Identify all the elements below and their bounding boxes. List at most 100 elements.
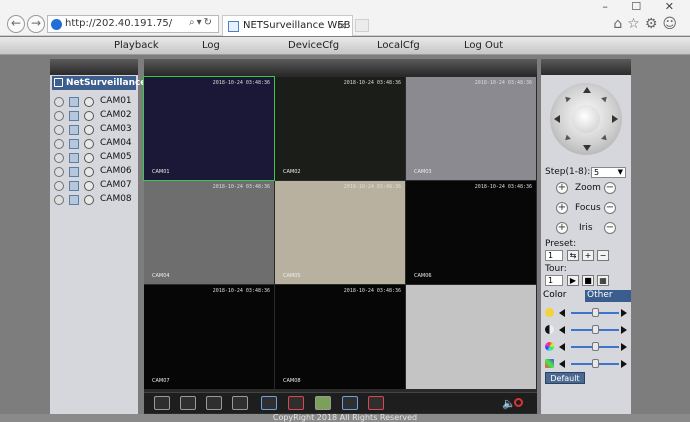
record-icon[interactable] [54, 97, 64, 107]
camera-item[interactable]: CAM02 [54, 109, 138, 123]
stream-icon[interactable] [69, 181, 79, 191]
menu-playback[interactable]: Playback [114, 40, 159, 51]
video-cell[interactable]: 2018-10-24 03:48:36 CAM05 [275, 181, 405, 284]
record-icon[interactable] [54, 125, 64, 135]
slider-right-icon[interactable] [621, 326, 627, 334]
camera-item[interactable]: CAM04 [54, 137, 138, 151]
video-cell[interactable]: 2018-10-24 03:48:36 CAM01 [143, 76, 275, 181]
slider-knob[interactable] [592, 359, 599, 368]
stream-icon[interactable] [69, 167, 79, 177]
ptz-down-left-icon[interactable] [563, 134, 571, 143]
step-select[interactable]: 5 ▼ [591, 167, 626, 178]
play-icon[interactable] [84, 181, 94, 191]
zoom-in-button[interactable]: + [556, 182, 568, 194]
slider-left-icon[interactable] [559, 309, 565, 317]
preset-add-button[interactable]: + [582, 250, 594, 261]
focus-far-button[interactable]: − [604, 202, 616, 214]
record-icon[interactable] [54, 153, 64, 163]
slider-left-icon[interactable] [559, 343, 565, 351]
play-icon[interactable] [84, 97, 94, 107]
tab-other[interactable]: Other [585, 290, 631, 302]
ptz-down-icon[interactable] [583, 145, 591, 151]
slider-left-icon[interactable] [559, 360, 565, 368]
video-cell[interactable]: 2018-10-24 03:48:36 CAM03 [406, 77, 536, 180]
back-button[interactable]: ← [7, 15, 25, 33]
slider-right-icon[interactable] [621, 343, 627, 351]
layout-9-button[interactable] [232, 396, 248, 410]
preset-remove-button[interactable]: − [597, 250, 609, 261]
play-icon[interactable] [84, 153, 94, 163]
ptz-center-button[interactable] [572, 105, 600, 133]
video-cell[interactable]: 2018-10-24 03:48:36 CAM08 [275, 285, 405, 389]
stream-icon[interactable] [69, 195, 79, 205]
ptz-direction-pad[interactable] [550, 83, 622, 155]
menu-devicecfg[interactable]: DeviceCfg [288, 40, 339, 51]
preset-goto-button[interactable]: ⇆ [567, 250, 579, 261]
record-icon[interactable] [54, 195, 64, 205]
close-all-button[interactable] [288, 396, 304, 410]
record-icon[interactable] [54, 167, 64, 177]
snapshot-button[interactable] [315, 396, 331, 410]
stream-icon[interactable] [69, 111, 79, 121]
slider-knob[interactable] [592, 325, 599, 334]
device-tree-root[interactable]: NetSurveillance [52, 76, 146, 90]
browser-tab[interactable]: NETSurveillance WEB × [222, 15, 353, 36]
hue-slider[interactable] [545, 358, 629, 370]
play-icon[interactable] [84, 139, 94, 149]
fullscreen-button[interactable] [154, 396, 170, 410]
zoom-out-button[interactable]: − [604, 182, 616, 194]
stream-icon[interactable] [69, 125, 79, 135]
preset-input[interactable]: 1 [545, 250, 563, 261]
mute-icon[interactable] [514, 398, 523, 407]
ptz-right-icon[interactable] [612, 115, 618, 123]
brightness-slider[interactable] [545, 307, 629, 319]
new-tab-button[interactable] [355, 19, 369, 32]
focus-near-button[interactable]: + [556, 202, 568, 214]
camera-item[interactable]: CAM06 [54, 165, 138, 179]
menu-localcfg[interactable]: LocalCfg [377, 40, 420, 51]
tab-close-icon[interactable]: × [338, 19, 347, 32]
stop-record-button[interactable] [368, 396, 384, 410]
camera-item[interactable]: CAM07 [54, 179, 138, 193]
camera-item[interactable]: CAM01 [54, 95, 138, 109]
video-cell[interactable]: 2018-10-24 03:48:36 CAM04 [144, 181, 274, 284]
slider-right-icon[interactable] [621, 360, 627, 368]
video-cell[interactable]: 2018-10-24 03:48:36 CAM02 [275, 77, 405, 180]
stream-icon[interactable] [69, 97, 79, 107]
forward-button[interactable]: → [27, 15, 45, 33]
default-button[interactable]: Default [545, 372, 585, 384]
window-controls[interactable]: – ☐ ✕ [602, 0, 684, 13]
play-icon[interactable] [84, 111, 94, 121]
tour-play-button[interactable]: ▶ [567, 275, 579, 286]
menu-logout[interactable]: Log Out [464, 40, 503, 51]
ptz-left-icon[interactable] [554, 115, 560, 123]
contrast-slider[interactable] [545, 324, 629, 336]
browser-tools-icons[interactable]: ⌂☆⚙☺ [613, 16, 682, 32]
video-cell[interactable]: 2018-10-24 03:48:36 CAM07 [144, 285, 274, 389]
layout-1-button[interactable] [180, 396, 196, 410]
menu-log[interactable]: Log [202, 40, 220, 51]
record-icon[interactable] [54, 139, 64, 149]
camera-item[interactable]: CAM08 [54, 193, 138, 207]
tab-color[interactable]: Color [541, 290, 585, 302]
record-button[interactable] [342, 396, 358, 410]
tour-input[interactable]: 1 [545, 275, 563, 286]
play-icon[interactable] [84, 195, 94, 205]
stream-icon[interactable] [69, 139, 79, 149]
video-cell[interactable] [406, 285, 536, 389]
slider-knob[interactable] [592, 308, 599, 317]
saturation-slider[interactable] [545, 341, 629, 353]
address-tools-icon[interactable]: ⌕▾↻ [189, 17, 214, 28]
play-icon[interactable] [84, 125, 94, 135]
stream-icon[interactable] [69, 153, 79, 163]
record-icon[interactable] [54, 181, 64, 191]
tour-grid-button[interactable]: ▦ [597, 275, 609, 286]
play-icon[interactable] [84, 167, 94, 177]
ptz-up-icon[interactable] [583, 87, 591, 93]
record-icon[interactable] [54, 111, 64, 121]
ptz-up-right-icon[interactable] [601, 94, 609, 103]
open-all-button[interactable] [261, 396, 277, 410]
slider-knob[interactable] [592, 342, 599, 351]
ptz-down-right-icon[interactable] [601, 134, 609, 143]
camera-item[interactable]: CAM03 [54, 123, 138, 137]
